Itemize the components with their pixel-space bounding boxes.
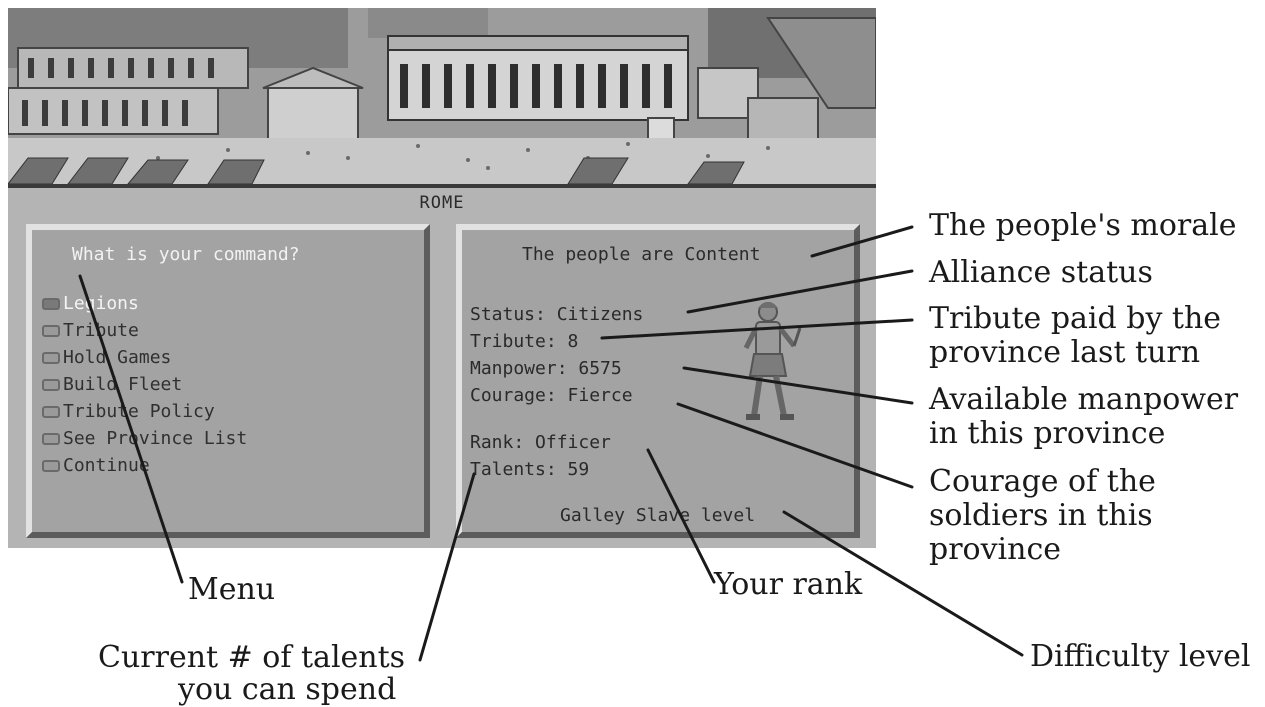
callout-tribute-line2: province last turn <box>929 335 1201 370</box>
callout-alliance: Alliance status <box>929 255 1153 290</box>
callout-morale: The people's morale <box>929 208 1237 243</box>
callout-talents-line1: Current # of talents <box>98 640 406 675</box>
callout-tribute-line1: Tribute paid by the <box>929 301 1222 336</box>
callout-courage-line3: province <box>929 532 1062 567</box>
callout-rank: Your rank <box>714 567 863 602</box>
callout-manpower-line1: Available manpower <box>929 382 1239 417</box>
callout-difficulty: Difficulty level <box>1030 639 1251 674</box>
callout-manpower-line2: in this province <box>929 416 1166 451</box>
callout-menu: Menu <box>188 572 276 607</box>
callout-courage-line2: soldiers in this <box>929 498 1153 533</box>
callout-talents-line2: you can spend <box>178 672 397 707</box>
callout-courage-line1: Courage of the <box>929 464 1156 499</box>
